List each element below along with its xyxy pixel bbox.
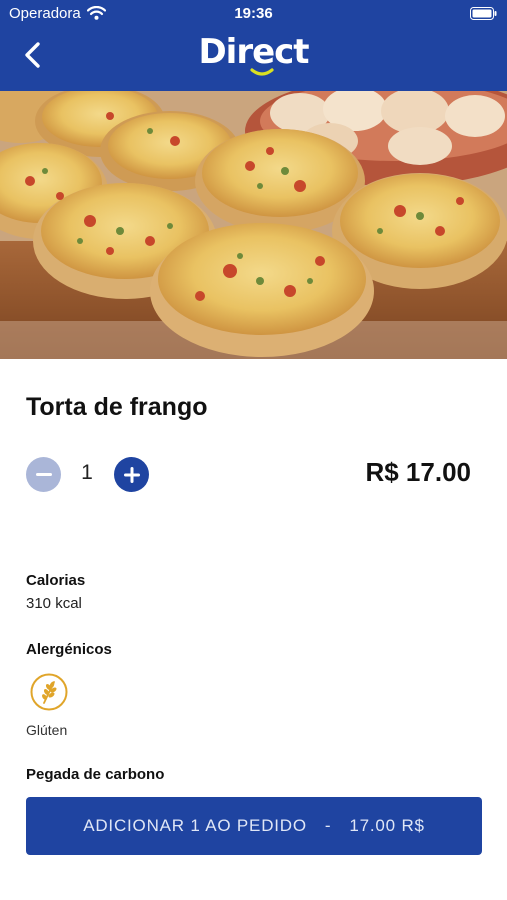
logo-text: Direct (198, 32, 309, 72)
product-image (0, 91, 507, 359)
status-time: 19:36 (234, 5, 273, 22)
app-header: Operadora 19:36 Direct (0, 0, 507, 91)
allergens-label: Alergénicos (26, 641, 112, 658)
add-to-order-button[interactable]: ADICIONAR 1 AO PEDIDO - 17.00 R$ (26, 797, 482, 855)
wheat-icon (30, 673, 68, 711)
app-logo: Direct (0, 32, 507, 82)
allergen-gluten-label: Glúten (26, 722, 68, 738)
product-title: Torta de frango (26, 393, 208, 421)
increase-quantity-button[interactable] (114, 457, 149, 492)
calories-label: Calorias (26, 572, 86, 589)
minus-icon (35, 472, 52, 476)
calories-value: 310 kcal (26, 595, 82, 612)
decrease-quantity-button[interactable] (26, 457, 61, 492)
plus-icon (123, 466, 140, 483)
logo-smile-icon (250, 68, 274, 76)
carbon-footprint-label: Pegada de carbono (26, 766, 165, 783)
quantity-value: 1 (81, 461, 93, 484)
add-to-order-separator: - (324, 816, 332, 835)
add-to-order-text: ADICIONAR 1 AO PEDIDO (83, 816, 307, 835)
product-price: R$ 17.00 (365, 457, 471, 487)
add-to-order-amount: 17.00 R$ (349, 816, 425, 835)
status-bar: Operadora 19:36 (0, 0, 507, 28)
battery-icon (470, 7, 497, 24)
